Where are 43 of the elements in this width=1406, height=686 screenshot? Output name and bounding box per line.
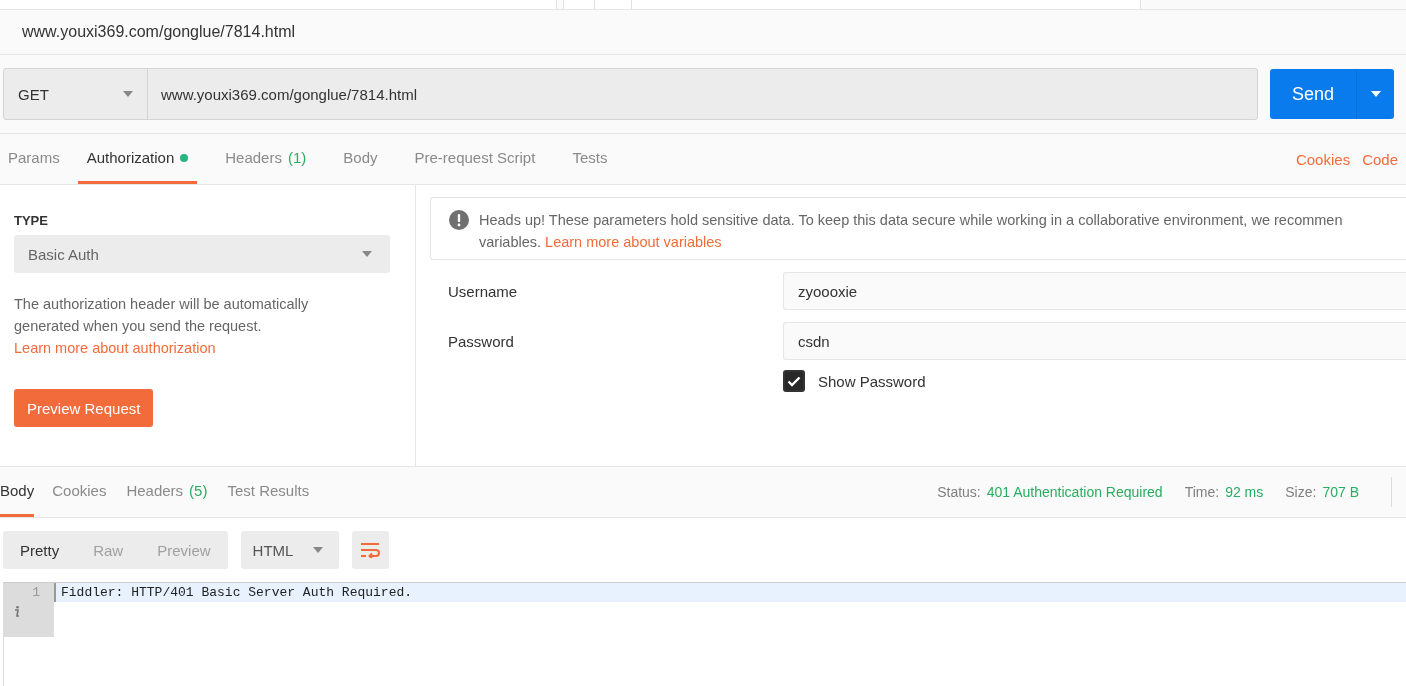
learn-more-link[interactable]: Learn more about authorization — [14, 340, 216, 356]
line-number: 1 — [32, 584, 41, 600]
auth-type-dropdown[interactable]: Basic Auth — [14, 235, 390, 273]
request-title: www.youxi369.com/gonglue/7814.html — [22, 23, 296, 41]
field-label: Password — [447, 332, 515, 350]
description-text: The authorization header will be automatically generated when you send the request. Learn more about authorization — [14, 295, 310, 358]
caret-icon — [1370, 91, 1381, 97]
tab[interactable]: Tests — [563, 134, 617, 184]
checkbox-label: Show Password — [818, 372, 926, 390]
meta-value: 92 ms — [1225, 484, 1264, 500]
preview-request-button[interactable]: Preview Request — [14, 389, 154, 427]
tab[interactable]: Cookies — [52, 467, 107, 517]
tab[interactable]: Params — [0, 134, 69, 184]
check-icon — [787, 375, 801, 387]
meta-label: Size: — [1285, 484, 1317, 500]
meta-label: Status: — [937, 484, 981, 500]
field-label: Username — [447, 282, 519, 300]
learn-more-link[interactable]: Learn more about variables — [545, 234, 722, 250]
type-label: TYPE — [14, 213, 49, 228]
link[interactable]: Cookies — [1295, 150, 1351, 168]
meta-value: 401 Authentication Required — [986, 484, 1163, 500]
warning-icon — [449, 210, 469, 230]
view-mode-tab[interactable]: Preview — [140, 531, 228, 569]
view-mode-tab[interactable]: Raw — [76, 531, 141, 569]
meta-value: 707 B — [1322, 484, 1359, 500]
checkbox[interactable] — [783, 370, 805, 392]
input-field[interactable]: zyoooxie — [783, 272, 1406, 310]
info-icon — [14, 606, 20, 617]
input-field[interactable]: csdn — [783, 322, 1406, 360]
tab[interactable]: Test Results — [227, 467, 310, 517]
link[interactable]: Code — [1362, 150, 1398, 168]
view-mode-tab[interactable]: Pretty — [3, 531, 77, 569]
caret-icon — [312, 547, 323, 553]
tab[interactable]: Headers (5) — [126, 467, 208, 517]
tab[interactable]: Headers (1) — [216, 134, 316, 184]
format-dropdown[interactable]: HTML — [240, 531, 339, 569]
wrap-icon — [360, 542, 381, 558]
notice-text: Heads up! These parameters hold sensitive data. To keep this data secure while working in a collaborative environment, we recommen variables. Learn more about variables — [479, 211, 1343, 252]
wrap-lines-button[interactable] — [351, 531, 389, 569]
caret-icon — [362, 251, 372, 257]
meta-label: Time: — [1184, 484, 1220, 500]
tab[interactable]: Pre-request Script — [405, 134, 545, 184]
tab[interactable]: Body — [334, 134, 387, 184]
